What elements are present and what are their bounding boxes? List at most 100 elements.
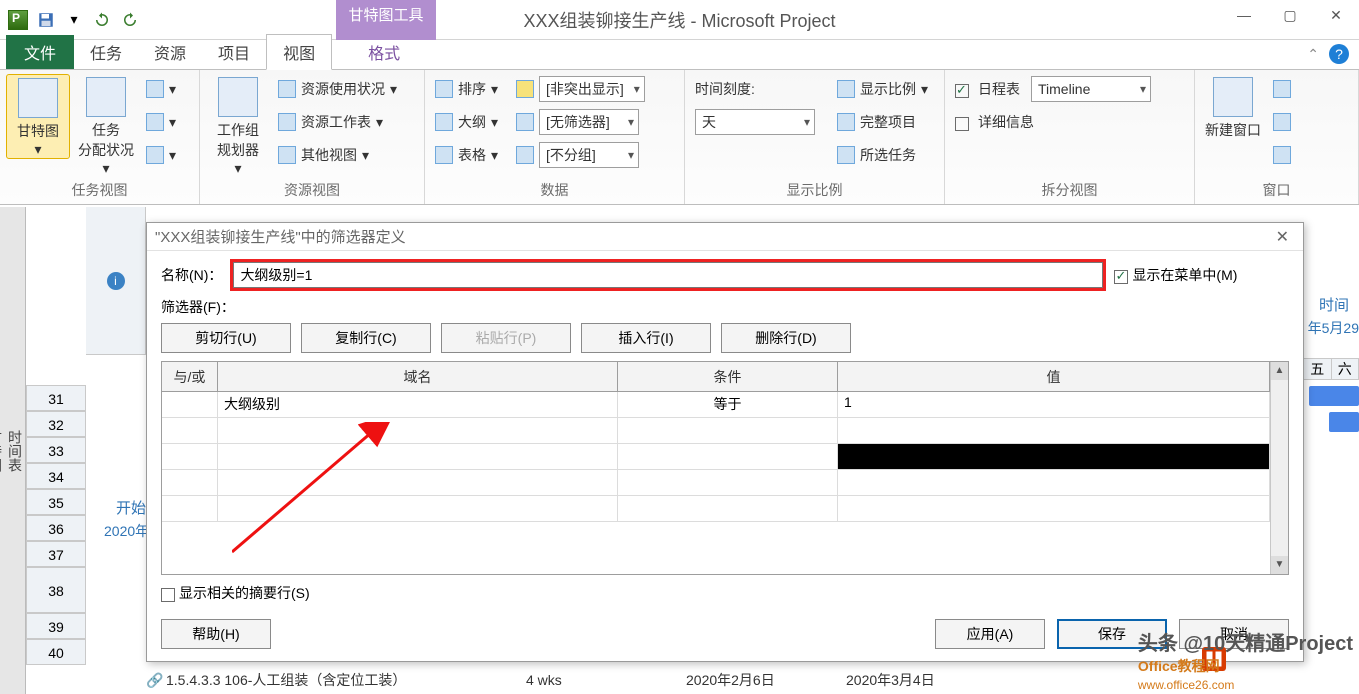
timeline-combo[interactable]: Timeline — [1031, 76, 1151, 102]
tab-view[interactable]: 视图 — [266, 34, 332, 70]
gantt-chart-button[interactable]: 甘特图▾ — [6, 74, 70, 159]
cell-field[interactable]: 大纲级别 — [218, 392, 618, 417]
scroll-up-icon[interactable]: ▲ — [1271, 362, 1288, 380]
details-check[interactable]: 详细信息 — [951, 107, 1155, 137]
close-button[interactable]: ✕ — [1313, 0, 1359, 30]
timeline-checkbox[interactable] — [955, 84, 969, 98]
network-diagram-button[interactable]: ▾ — [142, 74, 180, 104]
tables-label: 表格 — [458, 145, 486, 165]
tab-format[interactable]: 格式 — [352, 35, 416, 69]
row-40[interactable]: 40 — [26, 639, 86, 665]
copy-row-button[interactable]: 复制行(C) — [301, 323, 431, 353]
save-icon[interactable] — [34, 8, 58, 32]
collapse-ribbon-icon[interactable]: ⌃ — [1307, 46, 1319, 63]
network-icon — [146, 80, 164, 98]
group-combo[interactable]: [不分组] — [512, 140, 649, 170]
filter-section-label: 筛选器(F)： — [161, 297, 1289, 317]
filter-row-4[interactable] — [162, 470, 1270, 496]
hide-button[interactable] — [1269, 140, 1295, 170]
other-resource-views-button[interactable]: 其他视图▾ — [274, 140, 401, 170]
task-usage-label: 任务 分配状况 — [78, 120, 134, 160]
outline-button[interactable]: 大纲▾ — [431, 107, 502, 137]
highlight-value[interactable]: [非突出显示] — [539, 76, 645, 102]
delete-row-button[interactable]: 删除行(D) — [721, 323, 851, 353]
group-value[interactable]: [不分组] — [539, 142, 639, 168]
show-summary-rows-check[interactable]: 显示相关的摘要行(S) — [161, 583, 1289, 603]
row-36[interactable]: 36 — [26, 515, 86, 541]
tab-resource[interactable]: 资源 — [138, 35, 202, 69]
side-tab-timeline[interactable]: 时间表 — [5, 207, 25, 694]
filter-row-1[interactable]: 大纲级别 等于 1 — [162, 392, 1270, 418]
grid-scrollbar[interactable]: ▲▼ — [1270, 362, 1288, 574]
zoom-button[interactable]: 显示比例▾ — [833, 74, 932, 104]
minimize-button[interactable]: — — [1221, 0, 1267, 30]
filter-value[interactable]: [无筛选器] — [539, 109, 639, 135]
group-zoom: 显示比例 — [691, 178, 938, 202]
gantt-bar — [1329, 412, 1359, 432]
resource-usage-button[interactable]: 资源使用状况▾ — [274, 74, 401, 104]
timescale-value[interactable]: 天 — [695, 109, 815, 135]
highlight-combo[interactable]: [非突出显示] — [512, 74, 649, 104]
filter-row-2[interactable] — [162, 418, 1270, 444]
calendar-button[interactable]: ▾ — [142, 107, 180, 137]
row-33[interactable]: 33 — [26, 437, 86, 463]
other-task-views-button[interactable]: ▾ — [142, 140, 180, 170]
switch-windows-button[interactable] — [1269, 74, 1295, 104]
tab-project[interactable]: 项目 — [202, 35, 266, 69]
filter-name-input[interactable] — [233, 262, 1103, 288]
timeline-check[interactable]: 日程表Timeline — [951, 74, 1155, 104]
show-menu-checkbox[interactable] — [1114, 270, 1128, 284]
cell-condition[interactable]: 等于 — [618, 392, 838, 417]
details-checkbox[interactable] — [955, 117, 969, 131]
redo-icon[interactable] — [118, 8, 142, 32]
undo-icon[interactable] — [90, 8, 114, 32]
entire-project-button[interactable]: 完整项目 — [833, 107, 932, 137]
row-31[interactable]: 31 — [26, 385, 86, 411]
other-views-label: 其他视图 — [301, 145, 357, 165]
insert-row-button[interactable]: 插入行(I) — [581, 323, 711, 353]
row-37[interactable]: 37 — [26, 541, 86, 567]
summary-checkbox[interactable] — [161, 588, 175, 602]
team-planner-button[interactable]: 工作组 规划器▾ — [206, 74, 270, 177]
task-row-40: 🔗 1.5.4.3.3 106-人工组装（含定位工装） 4 wks 2020年2… — [146, 667, 1006, 693]
arrange-all-button[interactable] — [1269, 107, 1295, 137]
help-button[interactable]: 帮助(H) — [161, 619, 271, 649]
selected-label: 所选任务 — [860, 145, 916, 165]
cell-value[interactable]: 1 — [838, 392, 1270, 417]
timescale-combo[interactable]: 天 — [691, 107, 819, 137]
switch-icon — [1273, 80, 1291, 98]
filter-row-5[interactable] — [162, 496, 1270, 522]
dialog-close-button[interactable]: ✕ — [1270, 227, 1295, 247]
filter-definition-dialog: "XXX组装铆接生产线"中的筛选器定义 ✕ 名称(N)： 显示在菜单中(M) 筛… — [146, 222, 1304, 662]
row-35[interactable]: 35 — [26, 489, 86, 515]
row-32[interactable]: 32 — [26, 411, 86, 437]
sort-icon — [435, 80, 453, 98]
tab-task[interactable]: 任务 — [74, 35, 138, 69]
resource-sheet-button[interactable]: 资源工作表▾ — [274, 107, 401, 137]
filter-grid[interactable]: 与/或 域名 条件 值 大纲级别 等于 1 ▲▼ — [161, 361, 1289, 575]
info-icon: i — [107, 272, 125, 290]
sort-button[interactable]: 排序▾ — [431, 74, 502, 104]
tab-file[interactable]: 文件 — [6, 35, 74, 69]
row-34[interactable]: 34 — [26, 463, 86, 489]
outline-icon — [435, 113, 453, 131]
day-sat: 六 — [1331, 359, 1359, 379]
selected-tasks-button[interactable]: 所选任务 — [833, 140, 932, 170]
side-tab-gantt[interactable]: 甘特图 — [0, 207, 5, 694]
filter-combo[interactable]: [无筛选器] — [512, 107, 649, 137]
maximize-button[interactable]: ▢ — [1267, 0, 1313, 30]
cell-andor[interactable] — [162, 392, 218, 417]
task-usage-button[interactable]: 任务 分配状况▾ — [74, 74, 138, 177]
gantt-bar — [1309, 386, 1359, 406]
contextual-tab-group: 甘特图工具 — [336, 0, 436, 40]
new-window-button[interactable]: 新建窗口 — [1201, 74, 1265, 140]
cut-row-button[interactable]: 剪切行(U) — [161, 323, 291, 353]
filter-row-3[interactable] — [162, 444, 1270, 470]
tables-button[interactable]: 表格▾ — [431, 140, 502, 170]
scroll-down-icon[interactable]: ▼ — [1271, 556, 1288, 574]
row-38[interactable]: 38 — [26, 567, 86, 613]
help-icon[interactable]: ? — [1329, 44, 1349, 64]
row-39[interactable]: 39 — [26, 613, 86, 639]
show-in-menu-check[interactable]: 显示在菜单中(M) — [1114, 265, 1237, 285]
apply-button[interactable]: 应用(A) — [935, 619, 1045, 649]
